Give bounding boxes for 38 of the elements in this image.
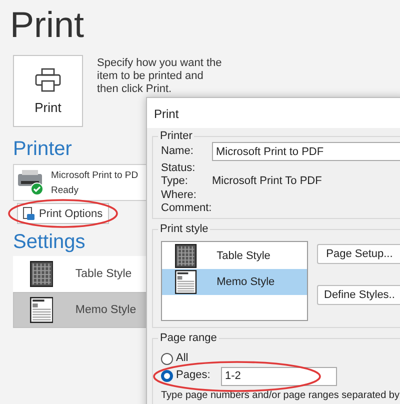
style-label: Memo Style [216, 276, 275, 288]
style-list-item[interactable]: Memo Style [162, 268, 307, 294]
radio-button[interactable] [161, 352, 173, 364]
memo-style-icon [175, 270, 197, 294]
field-label: Type: [161, 175, 189, 188]
radio-label: All [176, 352, 188, 366]
style-label: Table Style [75, 268, 132, 280]
field-label: Comment: [161, 202, 212, 216]
style-label: Table Style [216, 250, 270, 262]
memo-style-icon [30, 297, 54, 323]
field-label: Where: [161, 188, 198, 202]
print-options-button[interactable]: Print Options [17, 203, 109, 224]
radio-button[interactable] [161, 370, 173, 382]
printer-heading: Printer [13, 137, 72, 161]
table-style-icon [175, 244, 197, 268]
dialog-button[interactable]: Page Setup... [317, 244, 400, 264]
group-label: Print style [158, 222, 210, 236]
printer-status: Ready [51, 184, 78, 198]
table-style-icon [30, 261, 54, 287]
page-range-help: Type page numbers and/or page ranges separated by [161, 390, 400, 402]
page-setup-icon [23, 206, 35, 220]
field-value: Microsoft Print To PDF [212, 175, 322, 188]
print-button[interactable]: Print [13, 55, 83, 127]
field-label: Status: [161, 162, 196, 175]
group-label: Page range [158, 332, 219, 344]
style-label: Memo Style [75, 304, 136, 316]
printer-icon [35, 68, 61, 92]
field-label: Name: [161, 145, 194, 158]
pages-field[interactable]: 1-2 [221, 366, 337, 386]
dialog-title: Print [147, 98, 400, 128]
page-title: Print [10, 4, 86, 46]
print-description: Specify how you want the item to be printed and then click Print. [97, 57, 223, 96]
printer-ready-icon [17, 170, 45, 196]
dialog-button[interactable]: Define Styles.. [317, 284, 400, 304]
printer-name-field[interactable]: Microsoft Print to PDF [212, 142, 400, 162]
radio-label: Pages: [176, 369, 212, 383]
settings-heading: Settings [13, 230, 86, 254]
printer-name: Microsoft Print to PD [51, 168, 138, 182]
